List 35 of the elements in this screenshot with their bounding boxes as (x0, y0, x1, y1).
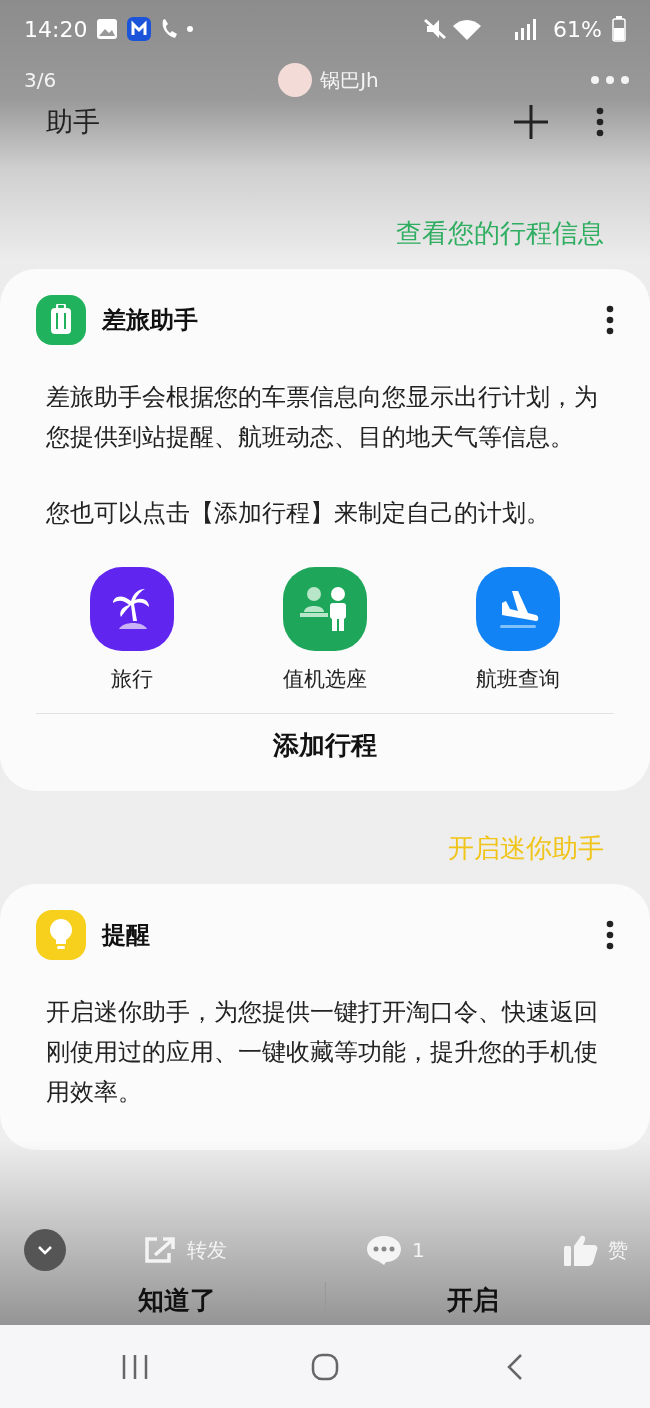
chevron-down-icon (37, 1245, 53, 1255)
dot-icon (187, 26, 194, 32)
collapse-button[interactable] (24, 1229, 66, 1271)
more-icon[interactable] (590, 75, 630, 85)
action-button[interactable]: 知道了 (30, 1281, 325, 1319)
add-icon[interactable] (514, 105, 548, 139)
card-title: 提醒 (102, 920, 151, 951)
action-button[interactable]: 添加行程 (36, 714, 614, 777)
card-description: 差旅助手会根据您的车票信息向您显示出行计划，为您提供到站提醒、航班动态、目的地天气等信息。 (46, 382, 599, 453)
more-options-icon[interactable] (606, 305, 614, 335)
battery-percent: 61% (553, 16, 602, 42)
app-notification-icon (127, 17, 152, 41)
recent-apps-icon[interactable] (121, 1352, 149, 1381)
shortcut[interactable]: 旅行 (47, 567, 218, 693)
phone-icon (161, 19, 178, 39)
card-title: 差旅助手 (102, 305, 199, 336)
more-options-icon[interactable] (596, 107, 604, 137)
action-button[interactable]: 开启 (325, 1281, 620, 1319)
suitcase-icon (49, 304, 73, 336)
shortcut[interactable]: 航班查询 (432, 567, 603, 693)
status-time: 14:20 (24, 16, 88, 42)
share-icon (142, 1235, 177, 1265)
back-icon[interactable] (506, 1352, 524, 1381)
card-description: 开启迷你助手，为您提供一键打开淘口令、快速返回刚使用过的应用、一键收藏等功能，提升您的手机使用效率。 (46, 997, 599, 1108)
more-options-icon[interactable] (606, 920, 614, 950)
shortcut[interactable]: 值机选座 (240, 567, 410, 693)
battery-icon (612, 16, 626, 42)
image-counter: 3/6 (24, 68, 57, 92)
page-title: 助手 (46, 105, 100, 139)
comment-icon (365, 1234, 402, 1266)
lightbulb-icon (48, 918, 74, 952)
thumbs-up-icon (564, 1234, 598, 1266)
card-description: 您也可以点击【添加行程】来制定自己的计划。 (46, 498, 551, 529)
gallery-icon (97, 19, 118, 39)
home-icon[interactable] (311, 1352, 339, 1381)
